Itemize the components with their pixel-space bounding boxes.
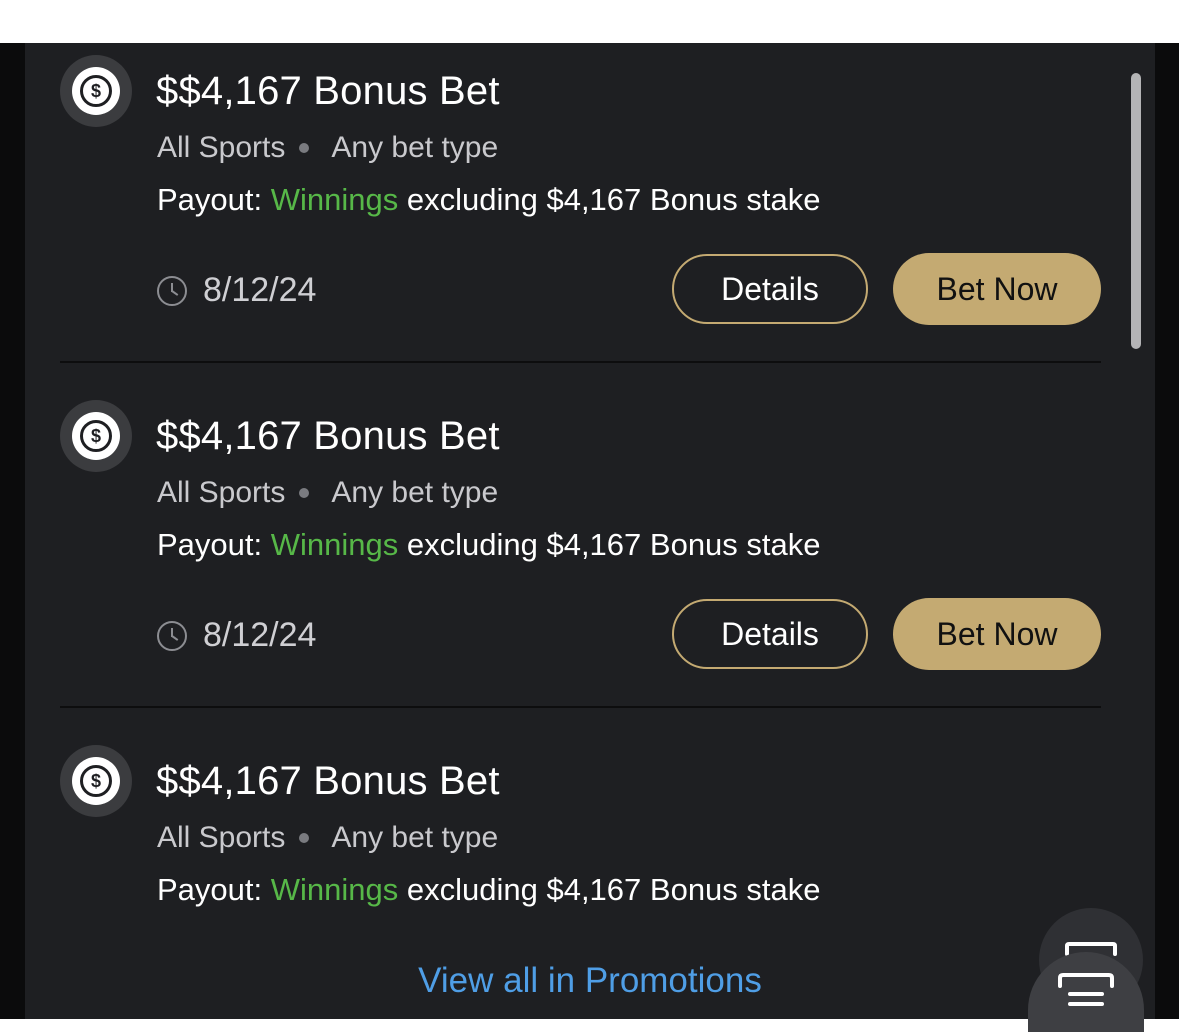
promotion-meta: All Sports Any bet type — [157, 131, 498, 165]
separator-dot — [299, 488, 310, 498]
sport-label: All Sports — [157, 476, 286, 509]
bet-now-button[interactable]: Bet Now — [893, 253, 1101, 325]
card-divider — [60, 706, 1101, 708]
card-divider — [60, 361, 1101, 363]
date-text: 8/12/24 — [203, 616, 317, 654]
payout-highlight: Winnings — [270, 527, 399, 562]
payout-highlight: Winnings — [270, 872, 399, 907]
payout-rest: excluding $4,167 Bonus stake — [406, 527, 821, 562]
bet-type-label: Any bet type — [331, 131, 499, 164]
separator-dot — [299, 833, 310, 843]
payout-line: Payout: Winnings excluding $4,167 Bonus … — [157, 872, 821, 908]
payout-rest: excluding $4,167 Bonus stake — [406, 182, 821, 217]
details-button[interactable]: Details — [672, 599, 868, 669]
promotions-panel: $ $$4,167 Bonus Bet All Sports Any bet t… — [25, 43, 1155, 1019]
coin-icon: $ — [60, 55, 132, 127]
expiry-date: 8/12/24 — [157, 271, 316, 310]
details-button[interactable]: Details — [672, 254, 868, 324]
promotion-title: $$4,167 Bonus Bet — [156, 759, 500, 803]
payout-label: Payout: — [157, 527, 263, 562]
coin-icon: $ — [60, 400, 132, 472]
clock-icon — [157, 620, 187, 651]
coin-icon: $ — [60, 745, 132, 817]
payout-line: Payout: Winnings excluding $4,167 Bonus … — [157, 527, 821, 563]
top-bar — [0, 0, 1179, 43]
payout-label: Payout: — [157, 182, 263, 217]
bet-now-button[interactable]: Bet Now — [893, 598, 1101, 670]
payout-label: Payout: — [157, 872, 263, 907]
bet-type-label: Any bet type — [331, 821, 499, 854]
expiry-date: 8/12/24 — [157, 616, 316, 655]
promotion-title: $$4,167 Bonus Bet — [156, 69, 500, 113]
right-edge — [1155, 43, 1179, 1019]
payout-highlight: Winnings — [270, 182, 399, 217]
date-text: 8/12/24 — [203, 271, 317, 309]
bet-type-label: Any bet type — [331, 476, 499, 509]
promotion-meta: All Sports Any bet type — [157, 476, 498, 510]
separator-dot — [299, 143, 310, 153]
promotion-meta: All Sports Any bet type — [157, 821, 498, 855]
left-edge — [0, 43, 25, 1019]
clock-icon — [157, 275, 187, 306]
scrollbar[interactable] — [1131, 73, 1141, 349]
sport-label: All Sports — [157, 821, 286, 854]
view-all-promotions-link[interactable]: View all in Promotions — [25, 961, 1155, 1001]
sport-label: All Sports — [157, 131, 286, 164]
payout-line: Payout: Winnings excluding $4,167 Bonus … — [157, 182, 821, 218]
promotion-title: $$4,167 Bonus Bet — [156, 414, 500, 458]
payout-rest: excluding $4,167 Bonus stake — [406, 872, 821, 907]
